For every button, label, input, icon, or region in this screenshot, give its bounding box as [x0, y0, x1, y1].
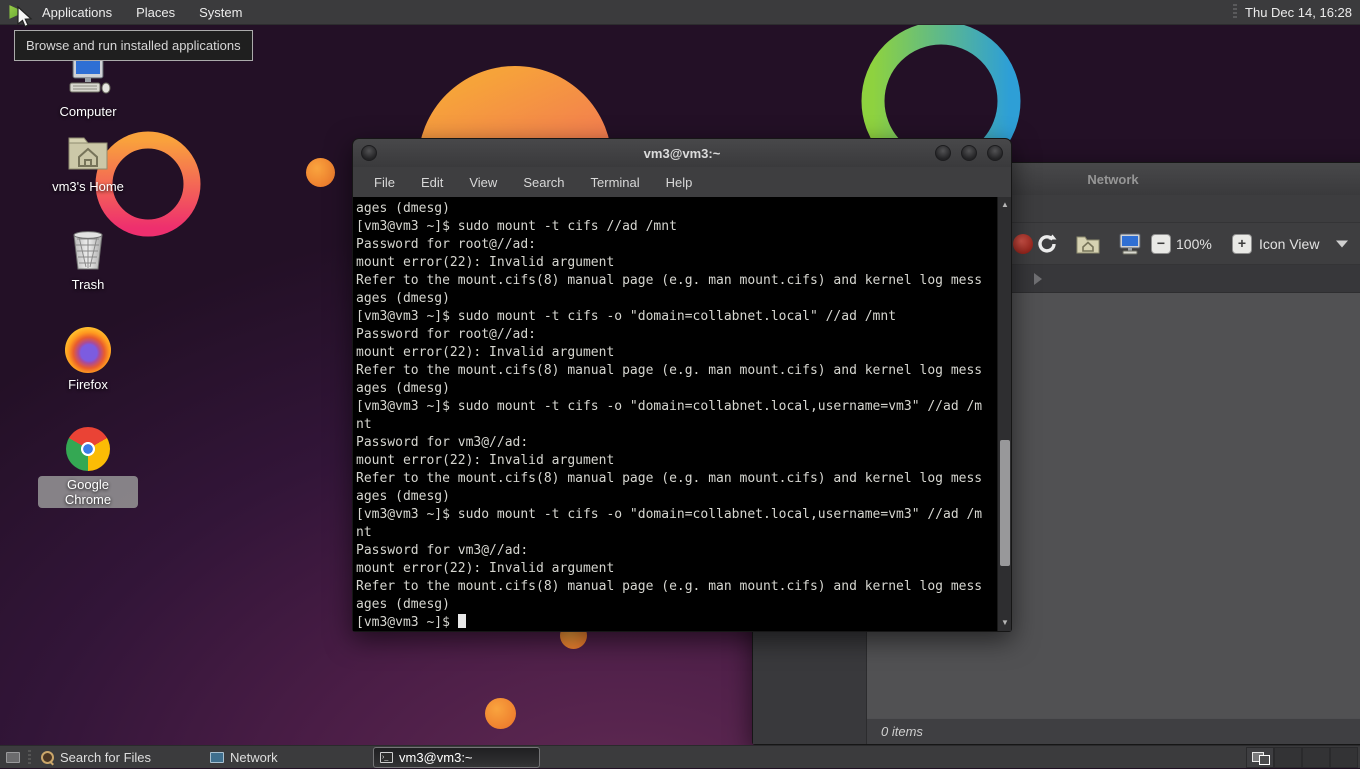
menu-view[interactable]: View	[458, 171, 508, 194]
home-folder-icon	[38, 128, 138, 176]
home-folder-button[interactable]	[1076, 234, 1100, 254]
tooltip: Browse and run installed applications	[14, 30, 253, 61]
terminal-window-title: vm3@vm3:~	[643, 145, 721, 161]
zoom-in-button[interactable]: +	[1232, 233, 1252, 254]
menu-places[interactable]: Places	[124, 0, 187, 25]
menu-help[interactable]: Help	[655, 171, 704, 194]
task-network[interactable]: Network	[204, 747, 371, 768]
top-panel: Applications Places System Thu Dec 14, 1…	[0, 0, 1360, 25]
workspace-3[interactable]	[1302, 746, 1330, 768]
menu-applications[interactable]: Applications	[30, 0, 124, 25]
workspace-2[interactable]	[1274, 746, 1302, 768]
tooltip-text: Browse and run installed applications	[26, 38, 241, 53]
terminal-window[interactable]: vm3@vm3:~ File Edit View Search Terminal…	[352, 138, 1012, 632]
menu-edit[interactable]: Edit	[410, 171, 454, 194]
scroll-down-icon[interactable]: ▼	[998, 616, 1011, 630]
status-items-count: 0 items	[881, 724, 923, 739]
wallpaper-orange-dot	[306, 158, 335, 187]
desktop-icon-chrome[interactable]: Google Chrome	[38, 425, 138, 509]
scroll-up-icon[interactable]: ▲	[998, 198, 1011, 212]
desktop-icon-computer[interactable]: Computer	[38, 53, 138, 119]
scrollbar-thumb[interactable]	[1000, 440, 1010, 566]
zoom-level[interactable]: 100%	[1176, 236, 1212, 252]
reload-icon	[1038, 234, 1057, 253]
desktop-icon-label: Computer	[59, 104, 117, 119]
terminal-prompt-line: [vm3@vm3 ~]$	[356, 614, 995, 631]
home-folder-icon	[1076, 236, 1100, 253]
terminal-menubar: File Edit View Search Terminal Help	[353, 167, 1011, 197]
chevron-down-icon	[1336, 240, 1348, 247]
menu-terminal[interactable]: Terminal	[580, 171, 651, 194]
terminal-titlebar[interactable]: vm3@vm3:~	[353, 139, 1011, 167]
workspace-switcher	[1246, 746, 1358, 768]
desktop-icon-label: Trash	[71, 277, 105, 292]
firefox-icon	[38, 326, 138, 374]
menu-system[interactable]: System	[187, 0, 254, 25]
workspace-1[interactable]	[1246, 746, 1274, 768]
computer-icon	[1119, 233, 1141, 254]
breadcrumb-arrow-icon	[1034, 273, 1042, 285]
taskbar-separator	[28, 749, 31, 765]
search-icon	[41, 750, 54, 764]
menu-search[interactable]: Search	[512, 171, 575, 194]
workspace-window-thumb	[1259, 754, 1270, 765]
desktop-icon-home[interactable]: vm3's Home	[38, 128, 138, 194]
mouse-cursor	[17, 5, 33, 28]
desktop-icon-trash[interactable]: Trash	[38, 226, 138, 292]
menu-file[interactable]: File	[363, 171, 406, 194]
taskbar: Search for Files Network ›_ vm3@vm3:~	[0, 745, 1360, 768]
zoom-out-icon: −	[1151, 233, 1171, 254]
desktop-icon-label: Firefox	[68, 377, 108, 392]
desktop-icon-label: vm3's Home	[52, 179, 124, 194]
terminal-output: ages (dmesg) [vm3@vm3 ~]$ sudo mount -t c…	[356, 201, 983, 612]
computer-view-button[interactable]	[1117, 233, 1143, 255]
reload-button[interactable]	[1036, 233, 1058, 255]
stop-button[interactable]	[1013, 233, 1033, 254]
workspace-4[interactable]	[1330, 746, 1358, 768]
task-search-for-files[interactable]: Search for Files	[35, 747, 202, 768]
terminal-icon: ›_	[380, 751, 393, 763]
fm-statusbar: 0 items	[867, 718, 1360, 744]
view-mode-dropdown-arrow[interactable]	[1336, 240, 1348, 247]
file-manager-icon	[210, 751, 224, 763]
clock[interactable]: Thu Dec 14, 16:28	[1245, 5, 1360, 20]
zoom-out-button[interactable]: −	[1151, 233, 1171, 254]
stop-icon	[1013, 233, 1033, 254]
show-desktop-icon	[6, 751, 20, 763]
terminal-scrollbar[interactable]: ▲ ▼	[997, 197, 1011, 631]
desktop-icon-label: Google Chrome	[38, 476, 138, 508]
show-desktop-button[interactable]	[0, 746, 26, 769]
terminal-cursor	[457, 614, 466, 628]
zoom-in-icon: +	[1232, 233, 1252, 254]
view-mode-dropdown[interactable]: Icon View	[1259, 236, 1319, 252]
panel-grip	[1233, 4, 1238, 20]
trash-icon	[38, 226, 138, 274]
task-terminal[interactable]: ›_ vm3@vm3:~	[373, 746, 540, 768]
wallpaper-orange-dot	[485, 698, 516, 729]
terminal-content[interactable]: ages (dmesg) [vm3@vm3 ~]$ sudo mount -t c…	[353, 197, 1011, 631]
desktop-icon-firefox[interactable]: Firefox	[38, 326, 138, 392]
chrome-icon	[38, 425, 138, 473]
